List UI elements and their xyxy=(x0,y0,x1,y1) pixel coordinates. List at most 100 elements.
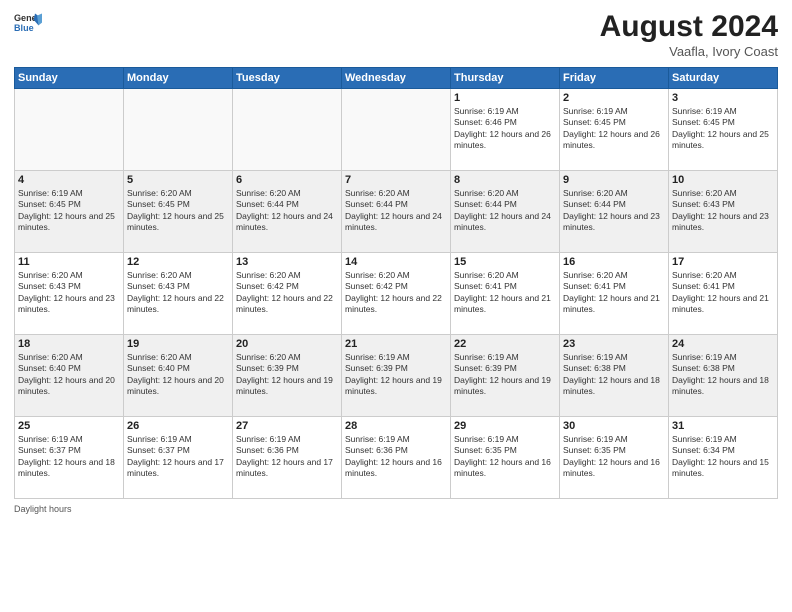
day-number: 16 xyxy=(563,256,665,268)
calendar-cell-9: 9 Sunrise: 6:20 AMSunset: 6:44 PMDaylight… xyxy=(560,171,669,253)
day-info: Sunrise: 6:19 AMSunset: 6:35 PMDaylight:… xyxy=(454,434,556,480)
calendar-cell-25: 25 Sunrise: 6:19 AMSunset: 6:37 PMDayligh… xyxy=(15,417,124,499)
day-info: Sunrise: 6:19 AMSunset: 6:45 PMDaylight:… xyxy=(563,106,665,152)
calendar-table: SundayMondayTuesdayWednesdayThursdayFrid… xyxy=(14,67,778,499)
calendar-cell-28: 28 Sunrise: 6:19 AMSunset: 6:36 PMDayligh… xyxy=(342,417,451,499)
footer-note: Daylight hours xyxy=(14,504,778,514)
calendar-cell-16: 16 Sunrise: 6:20 AMSunset: 6:41 PMDayligh… xyxy=(560,253,669,335)
day-info: Sunrise: 6:20 AMSunset: 6:44 PMDaylight:… xyxy=(563,188,665,234)
calendar-cell-1: 1 Sunrise: 6:19 AMSunset: 6:46 PMDaylight… xyxy=(451,89,560,171)
location: Vaafla, Ivory Coast xyxy=(600,44,778,59)
day-info: Sunrise: 6:20 AMSunset: 6:44 PMDaylight:… xyxy=(236,188,338,234)
calendar-cell-18: 18Sunrise: 6:20 AMSunset: 6:40 PMDayligh… xyxy=(15,335,124,417)
day-number: 20 xyxy=(236,338,338,350)
day-info: Sunrise: 6:20 AMSunset: 6:41 PMDaylight:… xyxy=(672,270,774,316)
calendar-cell-12: 12 Sunrise: 6:20 AMSunset: 6:43 PMDayligh… xyxy=(124,253,233,335)
calendar-cell-22: 22 Sunrise: 6:19 AMSunset: 6:39 PMDayligh… xyxy=(451,335,560,417)
day-info: Sunrise: 6:20 AMSunset: 6:39 PMDaylight:… xyxy=(236,352,338,398)
calendar-cell-7: 7 Sunrise: 6:20 AMSunset: 6:44 PMDaylight… xyxy=(342,171,451,253)
calendar-cell-29: 29 Sunrise: 6:19 AMSunset: 6:35 PMDayligh… xyxy=(451,417,560,499)
week-row-4: 18Sunrise: 6:20 AMSunset: 6:40 PMDayligh… xyxy=(15,335,778,417)
day-number: 3 xyxy=(672,92,774,104)
day-info: Sunrise: 6:19 AMSunset: 6:39 PMDaylight:… xyxy=(454,352,556,398)
day-number: 21 xyxy=(345,338,447,350)
day-info: Sunrise: 6:19 AMSunset: 6:37 PMDaylight:… xyxy=(127,434,229,480)
day-info: Sunrise: 6:20 AMSunset: 6:42 PMDaylight:… xyxy=(345,270,447,316)
col-header-saturday: Saturday xyxy=(669,68,778,89)
day-info: Sunrise: 6:19 AMSunset: 6:36 PMDaylight:… xyxy=(345,434,447,480)
day-info: Sunrise: 6:20 AMSunset: 6:44 PMDaylight:… xyxy=(454,188,556,234)
calendar-cell-27: 27 Sunrise: 6:19 AMSunset: 6:36 PMDayligh… xyxy=(233,417,342,499)
calendar-cell-13: 13 Sunrise: 6:20 AMSunset: 6:42 PMDayligh… xyxy=(233,253,342,335)
day-info: Sunrise: 6:20 AMSunset: 6:43 PMDaylight:… xyxy=(127,270,229,316)
day-number: 31 xyxy=(672,420,774,432)
calendar-cell-8: 8 Sunrise: 6:20 AMSunset: 6:44 PMDaylight… xyxy=(451,171,560,253)
day-info: Sunrise: 6:19 AMSunset: 6:38 PMDaylight:… xyxy=(672,352,774,398)
calendar-cell-15: 15Sunrise: 6:20 AMSunset: 6:41 PMDayligh… xyxy=(451,253,560,335)
day-number: 25 xyxy=(18,420,120,432)
day-info: Sunrise: 6:20 AMSunset: 6:44 PMDaylight:… xyxy=(345,188,447,234)
week-row-2: 4 Sunrise: 6:19 AMSunset: 6:45 PMDaylight… xyxy=(15,171,778,253)
generalblue-icon: General Blue xyxy=(14,10,42,38)
day-number: 30 xyxy=(563,420,665,432)
calendar-cell-21: 21 Sunrise: 6:19 AMSunset: 6:39 PMDayligh… xyxy=(342,335,451,417)
day-number: 11 xyxy=(18,256,120,268)
day-number: 28 xyxy=(345,420,447,432)
day-info: Sunrise: 6:20 AMSunset: 6:43 PMDaylight:… xyxy=(672,188,774,234)
day-number: 12 xyxy=(127,256,229,268)
calendar-cell-10: 10 Sunrise: 6:20 AMSunset: 6:43 PMDayligh… xyxy=(669,171,778,253)
calendar-cell-2: 2Sunrise: 6:19 AMSunset: 6:45 PMDaylight… xyxy=(560,89,669,171)
col-header-monday: Monday xyxy=(124,68,233,89)
day-info: Sunrise: 6:19 AMSunset: 6:45 PMDaylight:… xyxy=(672,106,774,152)
day-number: 10 xyxy=(672,174,774,186)
day-number: 7 xyxy=(345,174,447,186)
day-number: 19 xyxy=(127,338,229,350)
week-row-5: 25 Sunrise: 6:19 AMSunset: 6:37 PMDayligh… xyxy=(15,417,778,499)
day-number: 1 xyxy=(454,92,556,104)
calendar-cell-19: 19Sunrise: 6:20 AMSunset: 6:40 PMDayligh… xyxy=(124,335,233,417)
day-info: Sunrise: 6:19 AMSunset: 6:38 PMDaylight:… xyxy=(563,352,665,398)
day-number: 8 xyxy=(454,174,556,186)
calendar-cell-17: 17Sunrise: 6:20 AMSunset: 6:41 PMDayligh… xyxy=(669,253,778,335)
day-number: 5 xyxy=(127,174,229,186)
calendar-cell-empty xyxy=(124,89,233,171)
calendar-cell-empty xyxy=(15,89,124,171)
day-number: 22 xyxy=(454,338,556,350)
day-number: 29 xyxy=(454,420,556,432)
day-info: Sunrise: 6:19 AMSunset: 6:45 PMDaylight:… xyxy=(18,188,120,234)
calendar-cell-23: 23Sunrise: 6:19 AMSunset: 6:38 PMDayligh… xyxy=(560,335,669,417)
week-row-3: 11 Sunrise: 6:20 AMSunset: 6:43 PMDayligh… xyxy=(15,253,778,335)
day-number: 6 xyxy=(236,174,338,186)
daylight-note: Daylight hours xyxy=(14,504,72,514)
day-number: 14 xyxy=(345,256,447,268)
day-number: 13 xyxy=(236,256,338,268)
calendar-cell-20: 20 Sunrise: 6:20 AMSunset: 6:39 PMDayligh… xyxy=(233,335,342,417)
calendar-cell-4: 4 Sunrise: 6:19 AMSunset: 6:45 PMDaylight… xyxy=(15,171,124,253)
day-info: Sunrise: 6:20 AMSunset: 6:43 PMDaylight:… xyxy=(18,270,120,316)
col-header-friday: Friday xyxy=(560,68,669,89)
day-number: 27 xyxy=(236,420,338,432)
calendar-cell-3: 3 Sunrise: 6:19 AMSunset: 6:45 PMDaylight… xyxy=(669,89,778,171)
day-number: 9 xyxy=(563,174,665,186)
header: General Blue August 2024 Vaafla, Ivory C… xyxy=(14,10,778,59)
calendar-cell-26: 26Sunrise: 6:19 AMSunset: 6:37 PMDayligh… xyxy=(124,417,233,499)
day-info: Sunrise: 6:20 AMSunset: 6:42 PMDaylight:… xyxy=(236,270,338,316)
month-year: August 2024 xyxy=(600,10,778,44)
calendar-cell-24: 24Sunrise: 6:19 AMSunset: 6:38 PMDayligh… xyxy=(669,335,778,417)
calendar-cell-6: 6 Sunrise: 6:20 AMSunset: 6:44 PMDaylight… xyxy=(233,171,342,253)
day-info: Sunrise: 6:19 AMSunset: 6:36 PMDaylight:… xyxy=(236,434,338,480)
calendar-cell-5: 5Sunrise: 6:20 AMSunset: 6:45 PMDaylight… xyxy=(124,171,233,253)
title-block: August 2024 Vaafla, Ivory Coast xyxy=(600,10,778,59)
day-info: Sunrise: 6:20 AMSunset: 6:41 PMDaylight:… xyxy=(563,270,665,316)
calendar-header-row: SundayMondayTuesdayWednesdayThursdayFrid… xyxy=(15,68,778,89)
day-info: Sunrise: 6:19 AMSunset: 6:46 PMDaylight:… xyxy=(454,106,556,152)
col-header-thursday: Thursday xyxy=(451,68,560,89)
page: General Blue August 2024 Vaafla, Ivory C… xyxy=(0,0,792,612)
day-info: Sunrise: 6:19 AMSunset: 6:39 PMDaylight:… xyxy=(345,352,447,398)
day-info: Sunrise: 6:19 AMSunset: 6:35 PMDaylight:… xyxy=(563,434,665,480)
calendar-cell-31: 31Sunrise: 6:19 AMSunset: 6:34 PMDayligh… xyxy=(669,417,778,499)
calendar-cell-empty xyxy=(342,89,451,171)
day-info: Sunrise: 6:19 AMSunset: 6:37 PMDaylight:… xyxy=(18,434,120,480)
day-number: 4 xyxy=(18,174,120,186)
logo: General Blue xyxy=(14,10,42,38)
